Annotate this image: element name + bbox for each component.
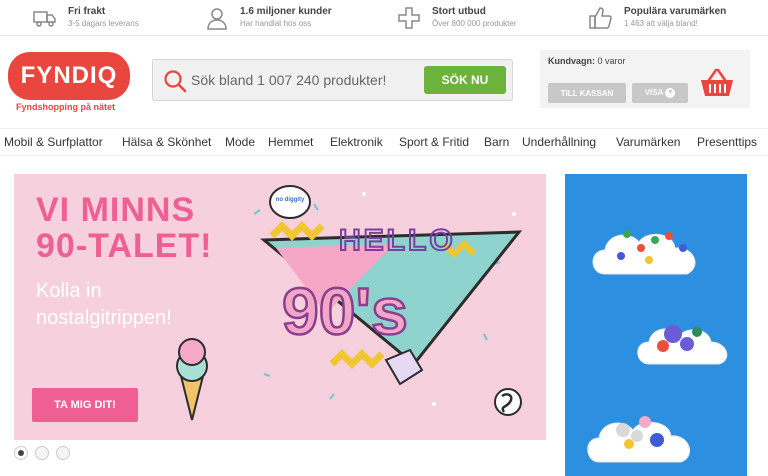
nav-item-hemmet[interactable]: Hemmet — [268, 135, 313, 149]
user-icon — [204, 6, 230, 30]
cart-status: Kundvagn: 0 varor — [548, 56, 626, 66]
usp-bar: Fri frakt 3-5 dagars leverans 1.6 miljone… — [0, 0, 768, 36]
shopping-basket-icon[interactable] — [699, 68, 735, 103]
nav-item-mobil[interactable]: Mobil & Surfplattor — [4, 135, 103, 149]
usp-sub: 3-5 dagars leverans — [68, 19, 139, 28]
bubble-text: no diggity — [276, 197, 305, 203]
nineties-text: 90's — [282, 274, 408, 348]
checkout-button[interactable]: TILL KASSAN — [548, 83, 626, 103]
usp-free-shipping: Fri frakt 3-5 dagars leverans — [32, 4, 139, 32]
usp-assortment: Stort utbud Över 800 000 produkter — [396, 4, 517, 32]
fyndiq-logo[interactable]: FYNDIQ — [8, 52, 130, 100]
thumbs-up-icon — [588, 6, 614, 30]
hero-sub-2: nostalgitrippen! — [36, 307, 172, 329]
usp-sub: 1 463 att välja bland! — [624, 19, 698, 28]
hero-headline: VI MINNS 90-TALET! — [36, 192, 212, 264]
cart-label: Kundvagn: — [548, 56, 595, 66]
nav-item-sport[interactable]: Sport & Fritid — [399, 135, 469, 149]
usp-title: 1.6 miljoner kunder — [240, 6, 332, 17]
usp-title: Stort utbud — [432, 6, 486, 17]
usp-title: Fri frakt — [68, 6, 106, 17]
nav-item-mode[interactable]: Mode — [225, 135, 255, 149]
usp-brands: Populära varumärken 1 463 att välja bland… — [588, 4, 726, 32]
truck-icon — [32, 6, 58, 30]
hero-headline-1: VI MINNS — [36, 191, 196, 229]
nav-item-varumarken[interactable]: Varumärken — [616, 135, 680, 149]
plus-icon — [396, 6, 422, 30]
cart-box: Kundvagn: 0 varor TILL KASSAN VISA ▼ — [540, 50, 750, 108]
nav-item-presenttips[interactable]: Presenttips — [697, 135, 757, 149]
hero-subtitle: Kolla in nostalgitrippen! — [36, 278, 172, 332]
hero-sub-1: Kolla in — [36, 280, 102, 302]
search-input[interactable] — [191, 68, 421, 92]
carousel-dots — [14, 446, 77, 460]
carousel-dot-1[interactable] — [14, 446, 28, 460]
nav-item-barn[interactable]: Barn — [484, 135, 509, 149]
usp-customers: 1.6 miljoner kunder Har handlat hos oss — [204, 4, 332, 32]
usp-sub: Har handlat hos oss — [240, 19, 312, 28]
category-nav: Mobil & Surfplattor Hälsa & Skönhet Mode… — [0, 128, 768, 156]
tagline: Fyndshopping på nätet — [16, 102, 115, 112]
nav-item-underhallning[interactable]: Underhållning — [522, 135, 596, 149]
logo-text: FYNDIQ — [20, 62, 118, 89]
show-cart-label: VISA — [644, 88, 664, 98]
search-button[interactable]: SÖK NU — [424, 66, 506, 94]
fidget-spinner-illustration — [587, 230, 728, 463]
hello-text: HELLO — [339, 224, 456, 257]
hero-banner[interactable]: no diggity HELLO 90's VI MINNS 90-TALET! … — [14, 174, 546, 440]
hero-cta-button[interactable]: TA MIG DIT! — [32, 388, 138, 422]
cart-count: 0 varor — [597, 56, 626, 66]
hero-headline-2: 90-TALET! — [36, 227, 213, 265]
usp-sub: Över 800 000 produkter — [432, 19, 517, 28]
nav-item-halsa[interactable]: Hälsa & Skönhet — [122, 135, 211, 149]
nav-item-elektronik[interactable]: Elektronik — [330, 135, 383, 149]
search-icon — [163, 69, 187, 98]
side-banner[interactable] — [565, 174, 747, 476]
carousel-dot-3[interactable] — [56, 446, 70, 460]
chevron-down-icon: ▼ — [665, 88, 676, 98]
search-bar: SÖK NU — [152, 59, 513, 101]
usp-title: Populära varumärken — [624, 6, 727, 17]
carousel-dot-2[interactable] — [35, 446, 49, 460]
show-cart-button[interactable]: VISA ▼ — [632, 83, 688, 103]
